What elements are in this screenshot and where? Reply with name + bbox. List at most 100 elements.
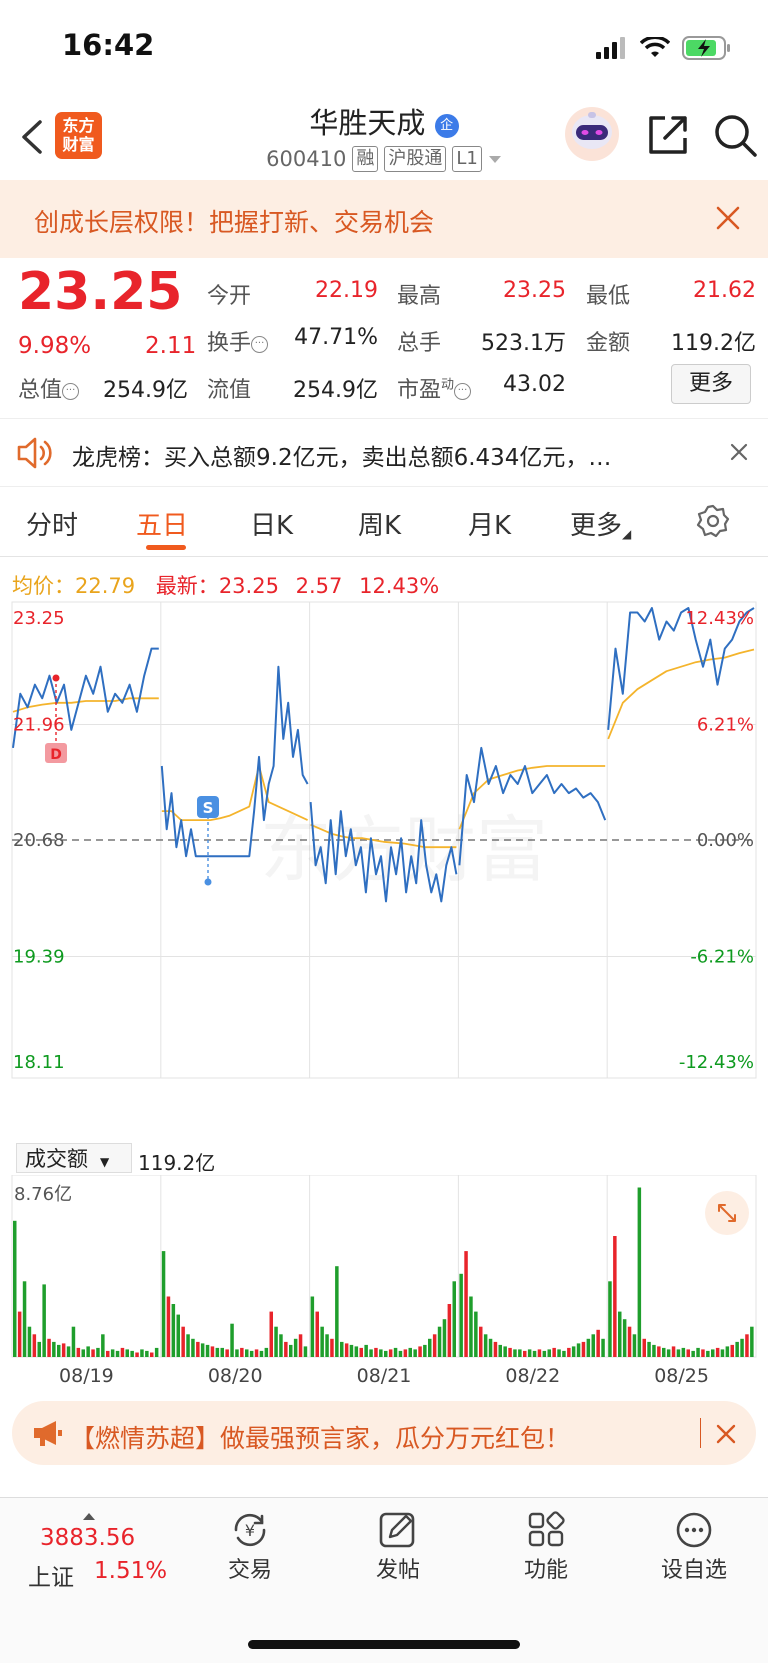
change-percent: 9.98% <box>18 333 92 359</box>
tab-more[interactable]: 更多◢ <box>570 505 631 542</box>
buy-marker[interactable]: S <box>197 796 219 886</box>
volume-bar <box>618 1311 622 1357</box>
search-button[interactable] <box>712 112 758 158</box>
volume-bar <box>730 1344 734 1357</box>
volume-bar <box>249 1350 254 1357</box>
volume-bar <box>432 1334 437 1357</box>
status-time: 16:42 <box>62 28 155 62</box>
y-tick-label: 18.11 <box>13 1052 65 1073</box>
index-percent[interactable]: 1.51% <box>94 1558 167 1584</box>
close-icon <box>716 206 740 230</box>
volume-bar <box>393 1347 398 1357</box>
notice-row[interactable] <box>16 436 54 470</box>
volume-bar <box>284 1341 288 1357</box>
volume-bar <box>745 1334 749 1357</box>
active-tab-indicator <box>146 545 186 550</box>
mktcap-label[interactable]: 总值 ··· <box>18 372 80 404</box>
robot-icon <box>565 107 619 161</box>
volume-bar <box>354 1346 359 1357</box>
x-tick-label: 08/20 <box>208 1365 263 1387</box>
banner-close-button[interactable] <box>712 202 744 234</box>
notice-close-button[interactable] <box>728 441 750 463</box>
turnover-value: 47.71% <box>294 325 378 350</box>
volume-bar <box>469 1296 473 1357</box>
tab-weekly-k[interactable]: 周K <box>358 505 401 542</box>
volume-bar <box>186 1334 190 1357</box>
divider <box>0 486 768 487</box>
turnover-label[interactable]: 换手 ··· <box>207 325 269 357</box>
volume-bar <box>315 1311 319 1357</box>
volume-bar <box>106 1350 110 1357</box>
low-value: 21.62 <box>693 278 756 303</box>
expand-chart-button[interactable] <box>705 1191 749 1235</box>
svg-text:¥: ¥ <box>245 1521 255 1540</box>
pe-sup: 动 <box>441 377 455 393</box>
volume-bar <box>364 1344 368 1357</box>
share-button[interactable] <box>645 112 691 158</box>
y-tick-label: 20.68 <box>13 830 65 851</box>
volume-bar <box>220 1347 224 1357</box>
more-fields-button[interactable]: 更多 <box>671 364 751 404</box>
volume-bar-chart[interactable]: 8.76亿 08/19 08/20 08/21 08/22 08/25 <box>0 1175 768 1390</box>
volume-bar <box>57 1344 61 1357</box>
volume-bar <box>542 1350 547 1357</box>
y-tick-label: 21.96 <box>13 714 65 735</box>
volume-bar <box>374 1347 378 1357</box>
volume-bar <box>750 1326 754 1357</box>
nav-trade[interactable]: ¥ 交易 <box>200 1510 300 1584</box>
low-label: 最低 <box>586 284 631 309</box>
volume-bar <box>398 1350 403 1357</box>
volume-bar <box>632 1334 637 1357</box>
grid-icon <box>528 1511 565 1547</box>
dragon-tiger-notice[interactable]: 龙虎榜：买入总额9.2亿元，卖出总额6.434亿元，… <box>72 438 672 472</box>
avg-price-label: 均价： <box>12 574 75 598</box>
volume-bar <box>706 1350 710 1357</box>
assistant-robot-button[interactable] <box>562 106 622 162</box>
megaphone-icon <box>32 1418 64 1448</box>
volume-bar <box>274 1326 278 1357</box>
nav-post[interactable]: 发帖 <box>348 1510 448 1584</box>
five-day-price-chart[interactable]: 东方财富 23.2512.43%21.966.21%20.680.00%19.3… <box>0 600 768 1140</box>
home-indicator <box>248 1640 520 1649</box>
volume-bar <box>47 1338 51 1357</box>
volume-bar <box>115 1350 120 1357</box>
y-tick-label: 23.25 <box>13 608 65 629</box>
promo-close-button[interactable] <box>714 1422 738 1446</box>
volume-bar <box>403 1349 408 1357</box>
nav-add-watchlist[interactable]: 设自选 <box>644 1510 744 1584</box>
caret-down-icon <box>488 156 501 163</box>
buy-marker-label: S <box>203 799 214 817</box>
volume-bar <box>527 1349 532 1357</box>
index-value[interactable]: 3883.56 <box>40 1525 135 1551</box>
enterprise-badge: 企 <box>434 114 459 138</box>
volume-type-selector[interactable]: 成交额 ▼ <box>16 1143 132 1173</box>
promo-text: 【燃情苏超】做最强预言家，瓜分万元红包！ <box>70 1424 571 1453</box>
volume-bar <box>715 1347 720 1357</box>
nav-functions[interactable]: 功能 <box>496 1510 596 1584</box>
volume-bar <box>359 1347 363 1357</box>
volume-bar <box>513 1349 517 1357</box>
status-icons <box>596 34 732 62</box>
volume-bar <box>335 1266 339 1357</box>
tab-daily-k[interactable]: 日K <box>250 505 293 542</box>
pe-label[interactable]: 市盈动 ··· <box>397 372 472 404</box>
volume-bar <box>61 1343 66 1357</box>
volume-bar <box>215 1347 220 1357</box>
volume-bar <box>279 1334 283 1357</box>
volume-bar <box>235 1349 239 1357</box>
index-name[interactable]: 上证 <box>28 1558 74 1592</box>
volume-bar <box>452 1281 456 1357</box>
margin-tag: 融 <box>352 146 379 172</box>
tab-intraday[interactable]: 分时 <box>26 505 78 542</box>
chart-settings-button[interactable] <box>696 504 730 538</box>
volume-bar <box>637 1187 642 1357</box>
volume-bar <box>269 1311 273 1357</box>
volume-bar <box>13 1220 17 1357</box>
latest-pct: 12.43% <box>359 574 440 598</box>
tab-monthly-k[interactable]: 月K <box>468 505 511 542</box>
tab-five-day[interactable]: 五日 <box>136 505 188 542</box>
volume-bar <box>325 1334 329 1357</box>
latest-label: 最新： <box>155 574 219 598</box>
volume-bar <box>320 1326 324 1357</box>
volume-bar <box>81 1349 85 1357</box>
